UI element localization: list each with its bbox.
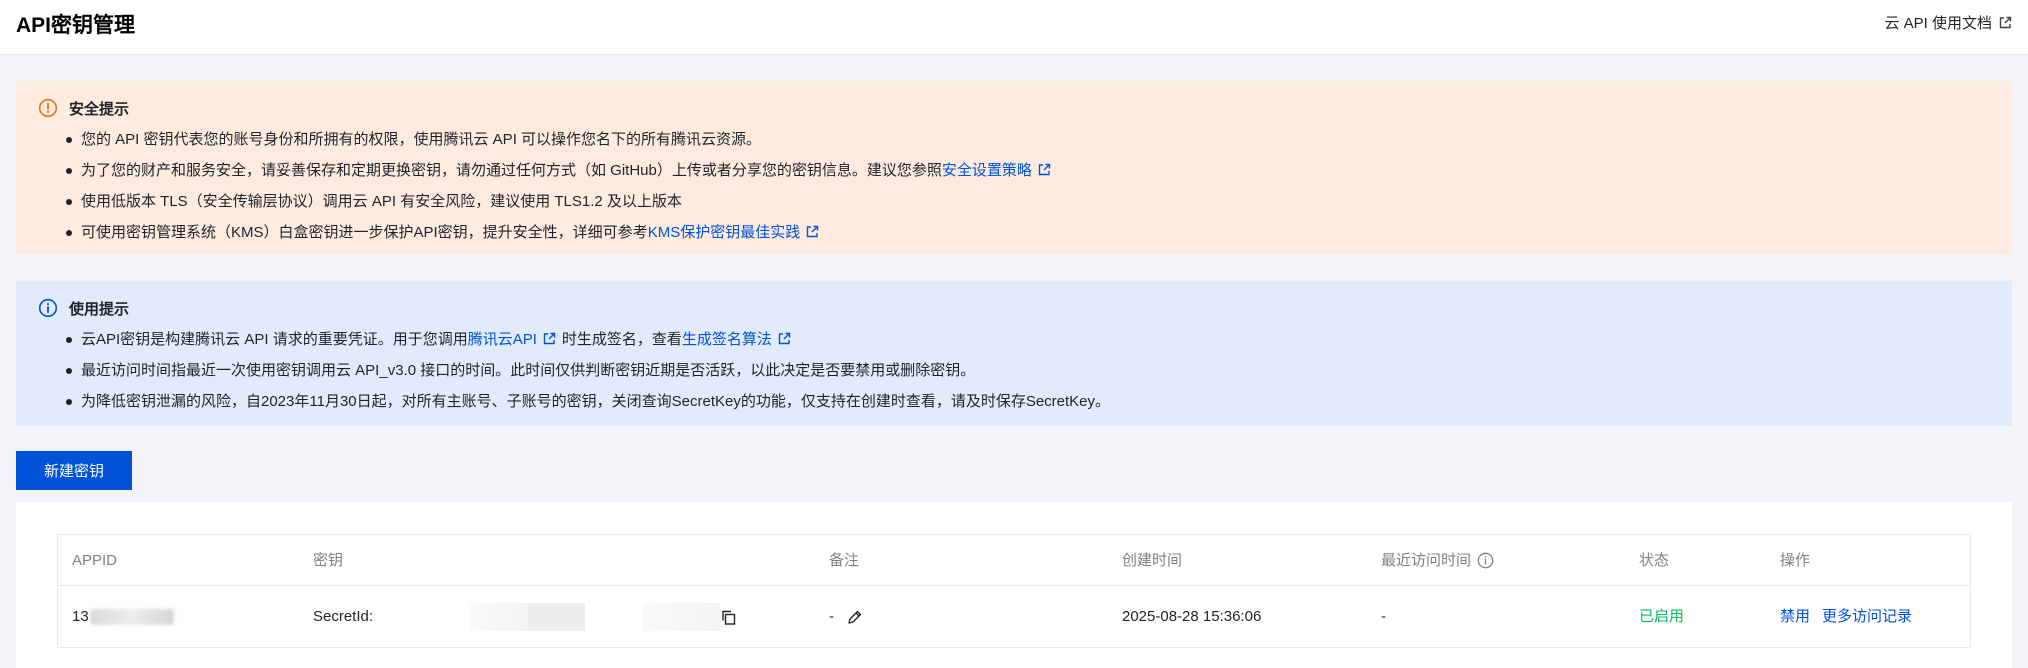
usage-notice: 使用提示 云API密钥是构建腾讯云 API 请求的重要凭证。用于您调用腾讯云AP…	[16, 281, 2012, 426]
tencent-cloud-api-link[interactable]: 腾讯云API	[468, 331, 556, 348]
info-circle-icon[interactable]	[1477, 552, 1494, 569]
security-notice-item: 您的 API 密钥代表您的账号身份和所拥有的权限，使用腾讯云 API 可以操作您…	[38, 124, 2012, 155]
edit-pencil-icon[interactable]	[846, 609, 863, 626]
column-header-remark: 备注	[829, 552, 860, 569]
page-title: API密钥管理	[16, 14, 136, 37]
disable-key-button[interactable]: 禁用	[1780, 586, 1810, 648]
redacted-secret-id	[528, 603, 585, 631]
redacted-appid	[89, 609, 174, 625]
column-header-created: 创建时间	[1122, 552, 1183, 569]
security-notice: 安全提示 您的 API 密钥代表您的账号身份和所拥有的权限，使用腾讯云 API …	[16, 81, 2012, 254]
appid-cell: 13	[72, 586, 174, 648]
security-notice-title: 安全提示	[69, 100, 130, 118]
kms-best-practice-link[interactable]: KMS保护密钥最佳实践	[648, 224, 820, 241]
table-row: 13 SecretId: - 2025-08-28 15:36:06 - 已启用	[58, 586, 1970, 648]
usage-notice-item: 最近访问时间指最近一次使用密钥调用云 API_v3.0 接口的时间。此时间仅供判…	[38, 355, 2012, 386]
copy-icon[interactable]	[720, 609, 737, 626]
api-docs-link-label: 云 API 使用文档	[1884, 15, 1992, 32]
column-header-key: 密钥	[313, 552, 344, 569]
usage-notice-title: 使用提示	[69, 300, 130, 318]
created-time-cell: 2025-08-28 15:36:06	[1122, 608, 1262, 625]
warning-circle-icon	[38, 98, 58, 118]
remark-cell: -	[829, 586, 863, 648]
info-circle-icon	[38, 298, 58, 318]
table-header: APPID 密钥 备注 创建时间 最近访问时间 状态 操作	[58, 535, 1970, 586]
security-notice-item: 使用低版本 TLS（安全传输层协议）调用云 API 有安全风险，建议使用 TLS…	[38, 186, 2012, 217]
keys-table-card: APPID 密钥 备注 创建时间 最近访问时间 状态 操作 13 SecretI…	[16, 502, 2012, 668]
external-link-icon	[778, 332, 791, 345]
security-policy-link[interactable]: 安全设置策略	[942, 162, 1051, 179]
usage-notice-item: 云API密钥是构建腾讯云 API 请求的重要凭证。用于您调用腾讯云API 时生成签…	[38, 324, 2012, 355]
column-header-appid: APPID	[72, 552, 118, 569]
status-badge: 已启用	[1639, 608, 1685, 625]
keys-table: APPID 密钥 备注 创建时间 最近访问时间 状态 操作 13 SecretI…	[57, 534, 1971, 648]
column-header-last-access: 最近访问时间	[1381, 535, 1494, 586]
last-access-cell: -	[1381, 608, 1386, 625]
signature-algorithm-link[interactable]: 生成签名算法	[682, 331, 791, 348]
external-link-icon	[543, 332, 556, 345]
security-notice-item: 为了您的财产和服务安全，请妥善保存和定期更换密钥，请勿通过任何方式（如 GitH…	[38, 155, 2012, 186]
secret-id-label: SecretId:	[313, 608, 374, 625]
external-link-icon	[1999, 16, 2012, 29]
external-link-icon	[1038, 163, 1051, 176]
row-actions: 禁用 更多访问记录	[1780, 586, 1912, 648]
usage-notice-item: 为降低密钥泄漏的风险，自2023年11月30日起，对所有主账号、子账号的密钥，关…	[38, 386, 2012, 417]
more-access-records-link[interactable]: 更多访问记录	[1822, 586, 1912, 648]
column-header-status: 状态	[1639, 552, 1670, 569]
new-key-button[interactable]: 新建密钥	[16, 451, 132, 490]
redacted-secret-id	[642, 603, 720, 631]
security-notice-item: 可使用密钥管理系统（KMS）白盒密钥进一步保护API密钥，提升安全性，详细可参考…	[38, 217, 2012, 248]
column-header-ops: 操作	[1780, 552, 1811, 569]
api-docs-link[interactable]: 云 API 使用文档	[1884, 12, 2012, 33]
external-link-icon	[806, 225, 819, 238]
redacted-secret-id	[470, 603, 528, 631]
page-header: API密钥管理 云 API 使用文档	[0, 0, 2028, 55]
